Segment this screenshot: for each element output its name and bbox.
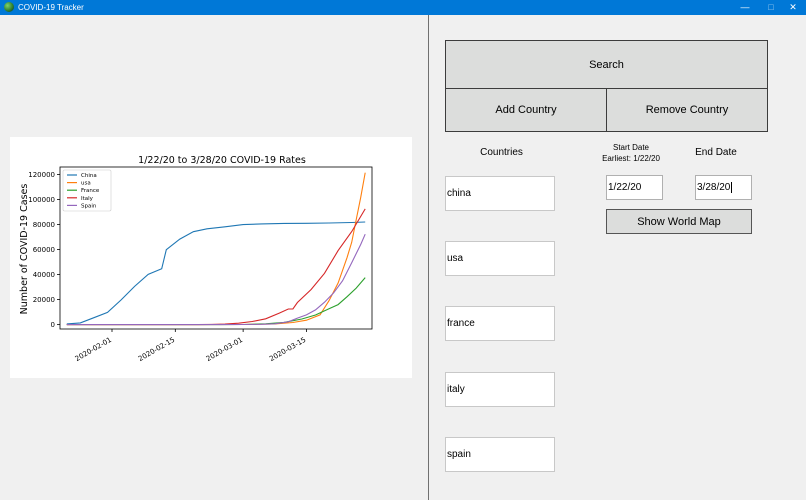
app-icon bbox=[4, 2, 14, 12]
y-tick-label: 60000 bbox=[33, 246, 55, 254]
series-line-china bbox=[66, 221, 366, 325]
start-date-label: Start Date bbox=[612, 143, 649, 152]
countries-label: Countries bbox=[480, 147, 523, 158]
country-entry-3[interactable]: france bbox=[445, 306, 555, 341]
series-line-usa bbox=[66, 172, 366, 326]
x-tick-label: 2020-02-01 bbox=[74, 336, 113, 363]
title-bar: COVID-19 Tracker — □ ✕ bbox=[0, 0, 806, 15]
minimize-button[interactable]: — bbox=[732, 0, 758, 15]
series-line-italy bbox=[66, 208, 366, 326]
legend-label: Spain bbox=[81, 203, 97, 209]
country-entry-value: france bbox=[447, 318, 475, 329]
chart-canvas: 1/22/20 to 3/28/20 COVID-19 Rates Number… bbox=[10, 137, 412, 378]
country-entry-4[interactable]: italy bbox=[445, 372, 555, 407]
legend-label: France bbox=[81, 188, 100, 194]
end-date-label: End Date bbox=[695, 147, 737, 158]
country-entry-2[interactable]: usa bbox=[445, 241, 555, 276]
close-button[interactable]: ✕ bbox=[780, 0, 806, 15]
end-date-value: 3/28/20 bbox=[697, 182, 731, 193]
legend-label: usa bbox=[81, 181, 91, 187]
start-date-field[interactable]: 1/22/20 bbox=[606, 175, 663, 200]
y-tick-label: 0 bbox=[51, 321, 55, 329]
country-entry-5[interactable]: spain bbox=[445, 437, 555, 472]
window-title: COVID-19 Tracker bbox=[18, 3, 84, 12]
end-date-field[interactable]: 3/28/20 bbox=[695, 175, 752, 200]
y-tick-label: 80000 bbox=[33, 221, 55, 229]
search-button[interactable]: Search bbox=[445, 40, 768, 89]
text-caret bbox=[731, 182, 733, 193]
y-tick-label: 100000 bbox=[28, 196, 55, 204]
chart-legend: China usaFrance ItalySpain bbox=[62, 169, 112, 212]
show-world-map-button[interactable]: Show World Map bbox=[606, 209, 752, 234]
y-tick-label: 120000 bbox=[28, 171, 55, 179]
country-entry-value: italy bbox=[447, 384, 465, 395]
x-tick-label: 2020-03-15 bbox=[268, 336, 307, 363]
earliest-date-hint: Earliest: 1/22/20 bbox=[602, 154, 660, 163]
country-entry-1[interactable]: china bbox=[445, 176, 555, 211]
series-line-spain bbox=[66, 233, 366, 326]
pane-divider[interactable] bbox=[428, 15, 429, 500]
remove-country-button[interactable]: Remove Country bbox=[606, 88, 768, 132]
country-entry-value: usa bbox=[447, 253, 464, 264]
covid-line-chart: 1/22/20 to 3/28/20 COVID-19 Rates Number… bbox=[19, 155, 373, 363]
series-line-france bbox=[66, 277, 366, 326]
x-tick-label: 2020-03-01 bbox=[205, 336, 244, 363]
x-tick-label: 2020-02-15 bbox=[137, 336, 176, 363]
country-entry-value: china bbox=[447, 188, 471, 199]
legend-label: China bbox=[81, 173, 97, 179]
y-tick-label: 40000 bbox=[33, 271, 55, 279]
country-entry-value: spain bbox=[447, 449, 471, 460]
y-tick-label: 20000 bbox=[33, 296, 55, 304]
chart-title: 1/22/20 to 3/28/20 COVID-19 Rates bbox=[138, 155, 306, 166]
series-layer bbox=[66, 172, 366, 326]
add-country-button[interactable]: Add Country bbox=[445, 88, 607, 132]
legend-label: Italy bbox=[81, 196, 94, 202]
start-date-value: 1/22/20 bbox=[608, 182, 642, 193]
